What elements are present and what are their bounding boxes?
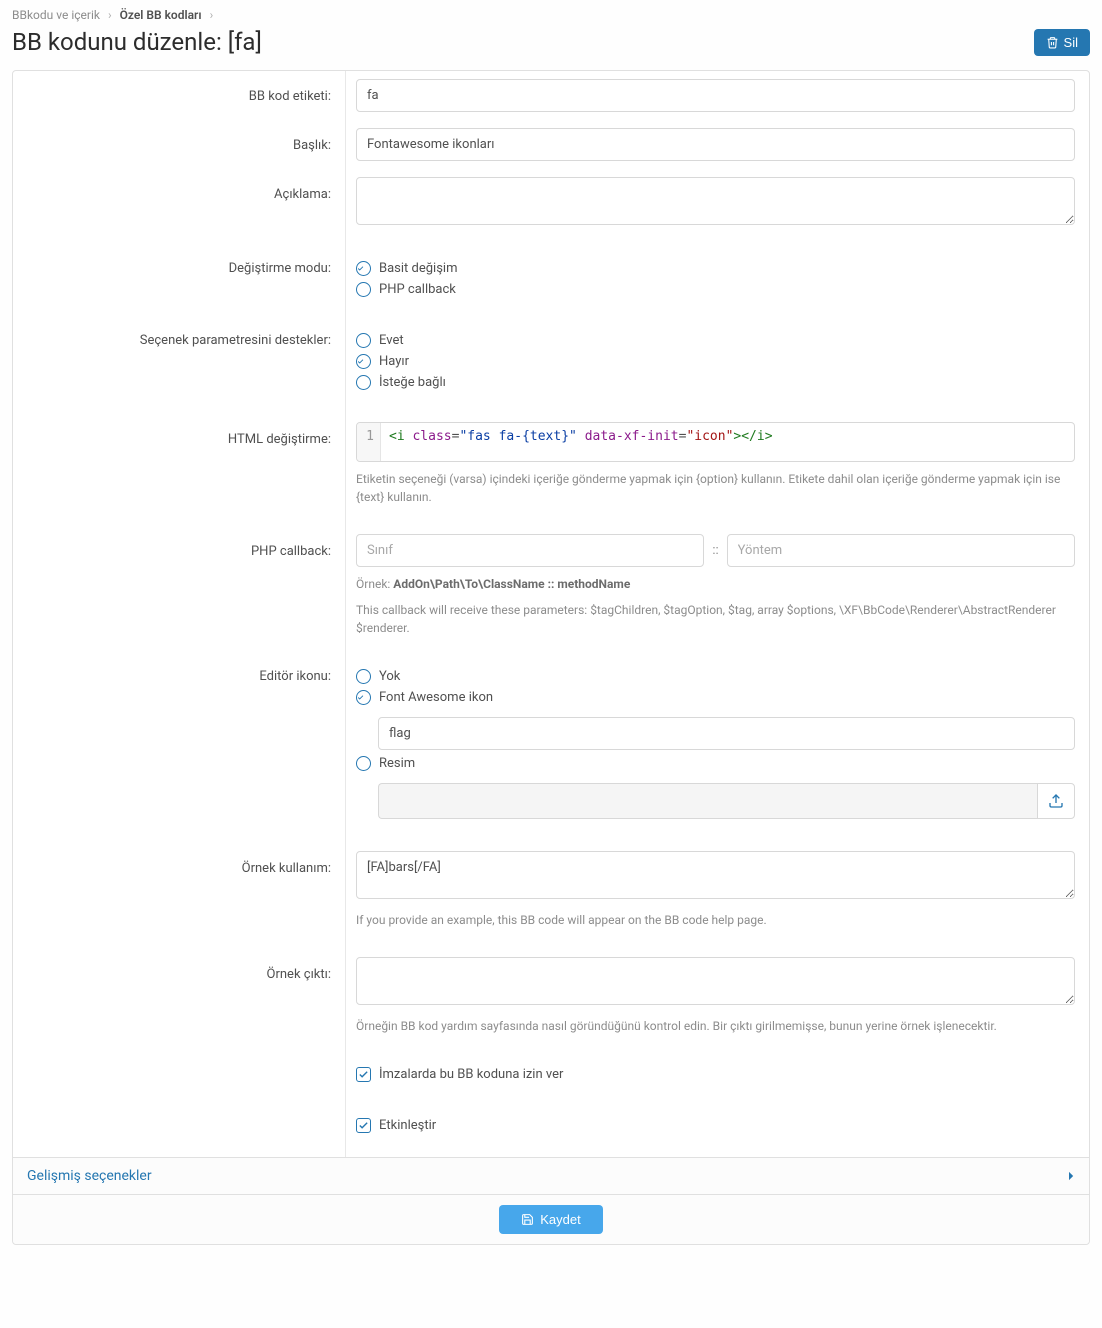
title-input[interactable] bbox=[356, 128, 1075, 161]
code-line-number: 1 bbox=[357, 423, 381, 461]
radio-option-optional[interactable]: İsteğe bağlı bbox=[356, 375, 1075, 390]
callback-separator: :: bbox=[712, 543, 718, 558]
chevron-right-icon: › bbox=[210, 8, 214, 22]
label-php-callback: PHP callback: bbox=[13, 526, 345, 657]
label-title: Başlık: bbox=[13, 120, 345, 169]
php-class-input[interactable] bbox=[356, 534, 704, 567]
footer-bar: Kaydet bbox=[13, 1194, 1089, 1244]
fa-icon-input[interactable] bbox=[378, 717, 1075, 750]
upload-icon bbox=[1048, 793, 1064, 809]
radio-unchecked-icon bbox=[356, 282, 371, 297]
code-content[interactable]: <i class="fas fa-{text}" data-xf-init="i… bbox=[381, 423, 1074, 461]
label-html-replace: HTML değiştirme: bbox=[13, 414, 345, 526]
advanced-options-toggle[interactable]: Gelişmiş seçenekler bbox=[13, 1157, 1089, 1194]
chevron-right-icon bbox=[1068, 1171, 1075, 1181]
radio-replace-php[interactable]: PHP callback bbox=[356, 282, 1075, 297]
radio-option-no[interactable]: Hayır bbox=[356, 354, 1075, 369]
radio-unchecked-icon bbox=[356, 333, 371, 348]
example-output-input[interactable] bbox=[356, 957, 1075, 1005]
label-replace-mode: Değiştirme modu: bbox=[13, 249, 345, 321]
radio-icon-fa[interactable]: Font Awesome ikon bbox=[356, 690, 1075, 705]
page-title: BB kodunu düzenle: [fa] bbox=[12, 28, 262, 56]
breadcrumb-item-1[interactable]: BBkodu ve içerik bbox=[12, 8, 100, 22]
upload-button[interactable] bbox=[1037, 783, 1075, 819]
label-bb-tag: BB kod etiketi: bbox=[13, 71, 345, 120]
radio-option-yes[interactable]: Evet bbox=[356, 333, 1075, 348]
save-button[interactable]: Kaydet bbox=[499, 1205, 602, 1234]
radio-unchecked-icon bbox=[356, 756, 371, 771]
php-method-input[interactable] bbox=[727, 534, 1075, 567]
radio-icon-none[interactable]: Yok bbox=[356, 669, 1075, 684]
chevron-right-icon: › bbox=[108, 8, 112, 22]
breadcrumb-item-2[interactable]: Özel BB kodları bbox=[120, 8, 202, 22]
radio-checked-icon bbox=[356, 690, 371, 705]
radio-checked-icon bbox=[356, 261, 371, 276]
example-usage-input[interactable]: [FA]bars[/FA] bbox=[356, 851, 1075, 899]
save-icon bbox=[521, 1213, 534, 1226]
checkbox-enable[interactable]: Etkinleştir bbox=[356, 1114, 1075, 1137]
html-replace-help: Etiketin seçeneği (varsa) içindeki içeri… bbox=[356, 470, 1075, 506]
trash-icon bbox=[1046, 36, 1059, 49]
label-description: Açıklama: bbox=[13, 169, 345, 249]
radio-replace-simple[interactable]: Basit değişim bbox=[356, 261, 1075, 276]
label-example-usage: Örnek kullanım: bbox=[13, 843, 345, 949]
label-example-output: Örnek çıktı: bbox=[13, 949, 345, 1055]
radio-icon-image[interactable]: Resim bbox=[356, 756, 1075, 771]
example-output-help: Örneğin BB kod yardım sayfasında nasıl g… bbox=[356, 1017, 1075, 1035]
radio-unchecked-icon bbox=[356, 669, 371, 684]
checkbox-checked-icon bbox=[356, 1118, 371, 1133]
image-path-input[interactable] bbox=[378, 783, 1037, 819]
php-callback-help: This callback will receive these paramet… bbox=[356, 601, 1075, 637]
checkbox-allow-signatures[interactable]: İmzalarda bu BB koduna izin ver bbox=[356, 1063, 1075, 1086]
breadcrumb: BBkodu ve içerik › Özel BB kodları › bbox=[12, 8, 1090, 22]
bb-tag-input[interactable] bbox=[356, 79, 1075, 112]
delete-button[interactable]: Sil bbox=[1034, 29, 1090, 56]
checkbox-checked-icon bbox=[356, 1067, 371, 1082]
label-editor-icon: Editör ikonu: bbox=[13, 657, 345, 843]
example-usage-help: If you provide an example, this BB code … bbox=[356, 911, 1075, 929]
php-callback-example: Örnek: AddOn\Path\To\ClassName :: method… bbox=[356, 575, 1075, 593]
radio-unchecked-icon bbox=[356, 375, 371, 390]
html-replace-editor[interactable]: 1 <i class="fas fa-{text}" data-xf-init=… bbox=[356, 422, 1075, 462]
form-container: BB kod etiketi: Başlık: Açıklama: bbox=[12, 70, 1090, 1245]
label-supports-option: Seçenek parametresini destekler: bbox=[13, 321, 345, 414]
description-input[interactable] bbox=[356, 177, 1075, 225]
radio-checked-icon bbox=[356, 354, 371, 369]
